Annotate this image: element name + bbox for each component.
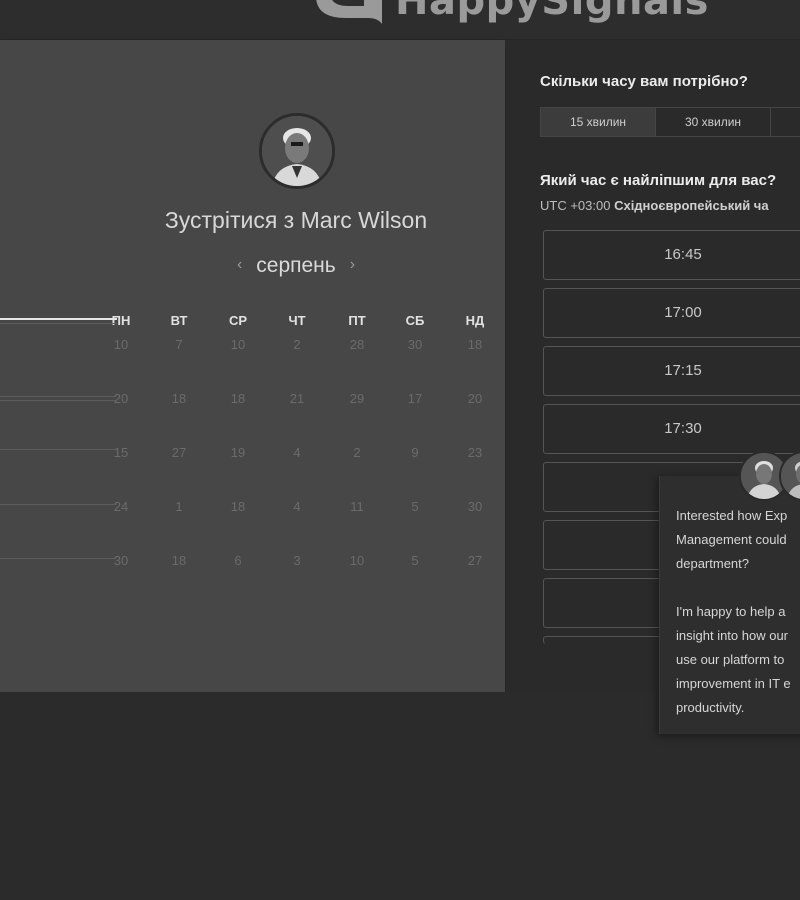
- month-navigator: ‹ серпень ›: [0, 254, 592, 278]
- chat-line: I'm happy to help a: [676, 604, 786, 619]
- chat-spacer: [676, 576, 800, 600]
- speech-bubble-icon: [316, 0, 382, 24]
- calendar-day[interactable]: 4: [277, 445, 317, 460]
- weekday-header: ПН: [111, 313, 131, 328]
- month-label: серпень: [256, 254, 336, 277]
- page: HappySignals Зустрітися з Marc Wilson ‹ с…: [0, 0, 800, 900]
- top-header: HappySignals: [0, 0, 800, 40]
- render-artifact-line: [0, 400, 116, 401]
- calendar-day[interactable]: 5: [395, 553, 435, 568]
- duration-heading: Скільки часу вам потрібно?: [540, 73, 748, 90]
- duration-option-more[interactable]: [771, 108, 800, 136]
- chat-popup[interactable]: Interested how Exp Management could depa…: [659, 476, 800, 734]
- time-slot[interactable]: 17:15: [543, 346, 800, 396]
- calendar-day[interactable]: 5: [395, 499, 435, 514]
- render-artifact-line: [0, 558, 116, 559]
- render-artifact-line: [0, 504, 116, 505]
- time-slot[interactable]: 17:30: [543, 404, 800, 454]
- chat-line: insight into how our: [676, 628, 789, 643]
- calendar-day[interactable]: 23: [455, 445, 495, 460]
- timezone-name: Східноєвропейський ча: [614, 198, 769, 213]
- calendar-day[interactable]: 18: [159, 391, 199, 406]
- calendar-day[interactable]: 18: [218, 391, 258, 406]
- calendar-day[interactable]: 27: [455, 553, 495, 568]
- time-heading: Який час є найліпшим для вас?: [540, 172, 777, 189]
- chat-line: improvement in IT e: [676, 676, 791, 691]
- weekday-header: СР: [228, 313, 248, 328]
- logo-text: HappySignals: [395, 0, 709, 24]
- calendar-day[interactable]: 6: [218, 553, 258, 568]
- calendar-day[interactable]: 19: [218, 445, 258, 460]
- calendar-day[interactable]: 30: [455, 499, 495, 514]
- calendar-day[interactable]: 11: [337, 499, 377, 514]
- calendar-day[interactable]: 18: [159, 553, 199, 568]
- calendar-day[interactable]: 9: [395, 445, 435, 460]
- calendar-day[interactable]: 2: [337, 445, 377, 460]
- calendar-day[interactable]: 20: [101, 391, 141, 406]
- chat-line: Management could: [676, 532, 787, 547]
- person-avatar-icon: [262, 116, 332, 186]
- calendar-day[interactable]: 29: [337, 391, 377, 406]
- chevron-right-icon[interactable]: ›: [350, 256, 355, 274]
- weekday-header: НД: [465, 313, 485, 328]
- host-avatar: [259, 113, 335, 189]
- render-artifact-line: [0, 318, 117, 320]
- weekday-header: ПТ: [348, 313, 366, 328]
- timezone-offset: UTC +03:00: [540, 198, 611, 213]
- chat-line: department?: [676, 556, 749, 571]
- calendar-day[interactable]: 10: [101, 337, 141, 352]
- calendar-day[interactable]: 10: [218, 337, 258, 352]
- meeting-title: Зустрітися з Marc Wilson: [164, 207, 428, 233]
- duration-option-30[interactable]: 30 хвилин: [656, 108, 771, 136]
- render-artifact-line: [0, 449, 116, 450]
- render-artifact-line: [0, 396, 116, 397]
- calendar-day[interactable]: 18: [218, 499, 258, 514]
- calendar-day[interactable]: 28: [337, 337, 377, 352]
- calendar-day[interactable]: 7: [159, 337, 199, 352]
- calendar-day[interactable]: 30: [101, 553, 141, 568]
- calendar-day[interactable]: 4: [277, 499, 317, 514]
- calendar-day[interactable]: 15: [101, 445, 141, 460]
- calendar-day[interactable]: 20: [455, 391, 495, 406]
- calendar-day[interactable]: 30: [395, 337, 435, 352]
- calendar-day[interactable]: 17: [395, 391, 435, 406]
- calendar-day[interactable]: 24: [101, 499, 141, 514]
- calendar-day[interactable]: 3: [277, 553, 317, 568]
- calendar-day[interactable]: 2: [277, 337, 317, 352]
- chat-line: productivity.: [676, 700, 745, 715]
- chat-line: Interested how Exp: [676, 508, 788, 523]
- duration-option-15[interactable]: 15 хвилин: [541, 108, 656, 136]
- time-slot[interactable]: 16:45: [543, 230, 800, 280]
- calendar-day[interactable]: 21: [277, 391, 317, 406]
- duration-selector: 15 хвилин 30 хвилин: [540, 107, 800, 137]
- calendar-day[interactable]: 10: [337, 553, 377, 568]
- weekday-header: СБ: [405, 313, 425, 328]
- scheduler-panel: Зустрітися з Marc Wilson ‹ серпень › ПН ВТ…: [0, 40, 505, 692]
- time-slot[interactable]: 17:00: [543, 288, 800, 338]
- chat-line: use our platform to: [676, 652, 785, 667]
- chevron-left-icon[interactable]: ‹: [237, 256, 242, 274]
- render-artifact-line: [0, 323, 117, 324]
- calendar-day[interactable]: 27: [159, 445, 199, 460]
- calendar-day[interactable]: 18: [455, 337, 495, 352]
- timezone-label[interactable]: UTC +03:00 Східноєвропейський ча: [540, 198, 769, 213]
- calendar-day[interactable]: 1: [159, 499, 199, 514]
- weekday-header: ВТ: [170, 313, 188, 328]
- weekday-header: ЧТ: [288, 313, 306, 328]
